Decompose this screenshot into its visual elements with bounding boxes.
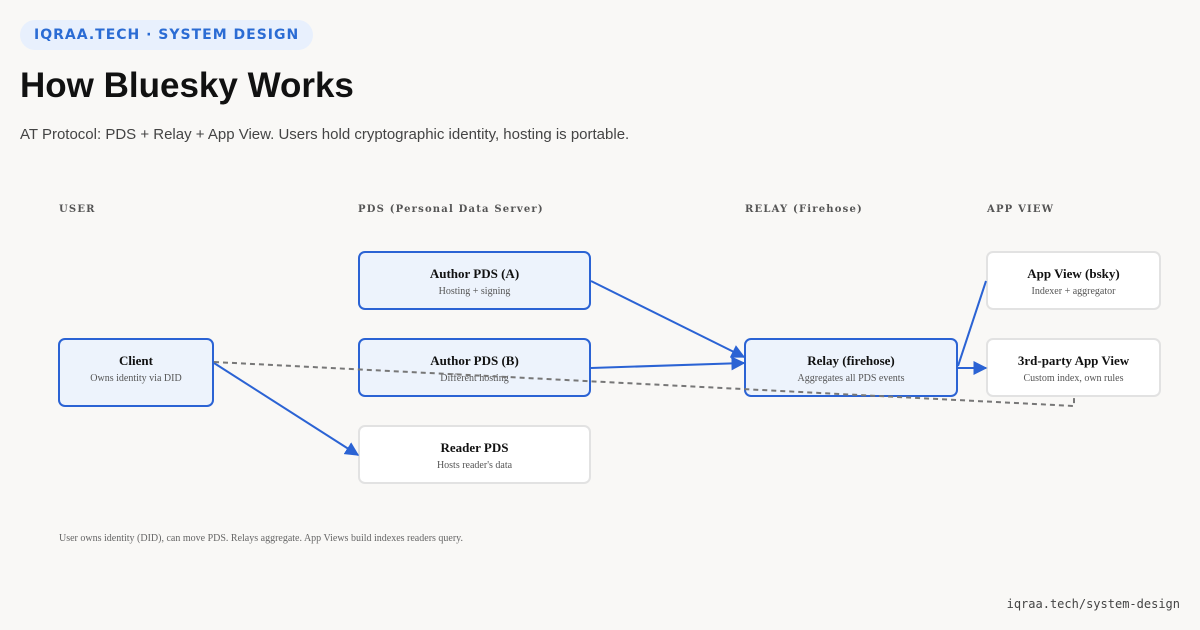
edge-author-b-to-relay: [590, 356, 746, 371]
edge-relay-to-app-view-bsky: [957, 280, 987, 367]
footnote: User owns identity (DID), can move PDS. …: [59, 533, 464, 544]
edge-author-a-to-relay: [590, 280, 746, 358]
edge-client-to-app-view-dashed: [213, 361, 1075, 408]
footer-url: iqraa.tech/system-design: [1006, 597, 1180, 611]
edge-client-to-reader-pds: [213, 362, 360, 456]
